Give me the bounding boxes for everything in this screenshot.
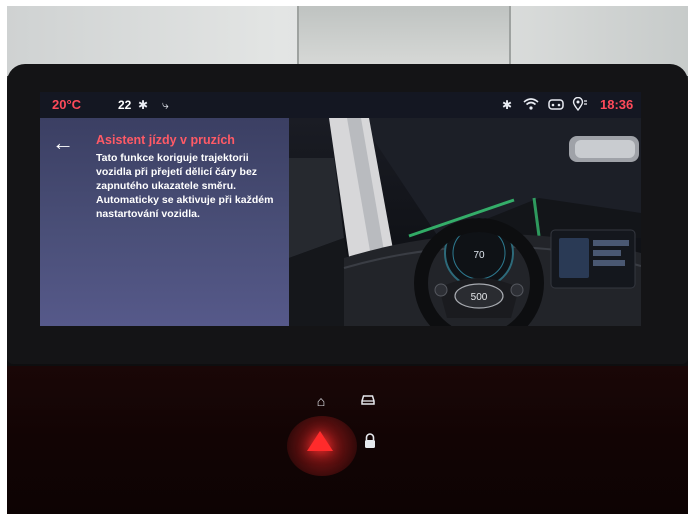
clock: 18:36 — [600, 97, 634, 112]
hazard-warning-icon[interactable] — [307, 431, 333, 451]
lock-icon[interactable] — [359, 433, 381, 453]
bluetooth-icon: ✱ — [502, 98, 513, 112]
photo-frame: 20°C 22 ✱ ⤷ ✱ 18:36 ← Asistent jízdy v p… — [7, 6, 688, 514]
driver-profile-icon[interactable] — [548, 97, 564, 115]
cockpit-illustration: 70 500 — [289, 118, 641, 326]
feature-description: Tato funkce koriguje trajektorii vozidla… — [96, 152, 274, 220]
info-panel: ← Asistent jízdy v pruzích Tato funkce k… — [40, 118, 289, 326]
fan-setting[interactable]: 22 — [118, 97, 131, 113]
home-icon[interactable]: ⌂ — [310, 392, 332, 410]
back-arrow-icon[interactable]: ← — [52, 132, 74, 154]
seat-airflow-icon[interactable]: ⤷ — [162, 97, 169, 113]
location-icon — [572, 96, 588, 115]
background-window — [297, 6, 511, 64]
fan-icon[interactable]: ✱ — [138, 97, 148, 113]
speed-readout: 70 — [473, 250, 485, 261]
lane-assist-illustration: 70 500 — [289, 118, 641, 326]
infotainment-screen: 20°C 22 ✱ ⤷ ✱ 18:36 ← Asistent jízdy v p… — [40, 92, 641, 326]
wifi-icon — [523, 97, 539, 115]
feature-title: Asistent jízdy v pruzích — [96, 133, 235, 147]
car-icon[interactable] — [357, 392, 379, 410]
status-bar: 20°C 22 ✱ ⤷ ✱ 18:36 — [40, 92, 641, 118]
steering-badge: 500 — [471, 292, 488, 303]
outside-temperature[interactable]: 20°C — [52, 97, 81, 113]
